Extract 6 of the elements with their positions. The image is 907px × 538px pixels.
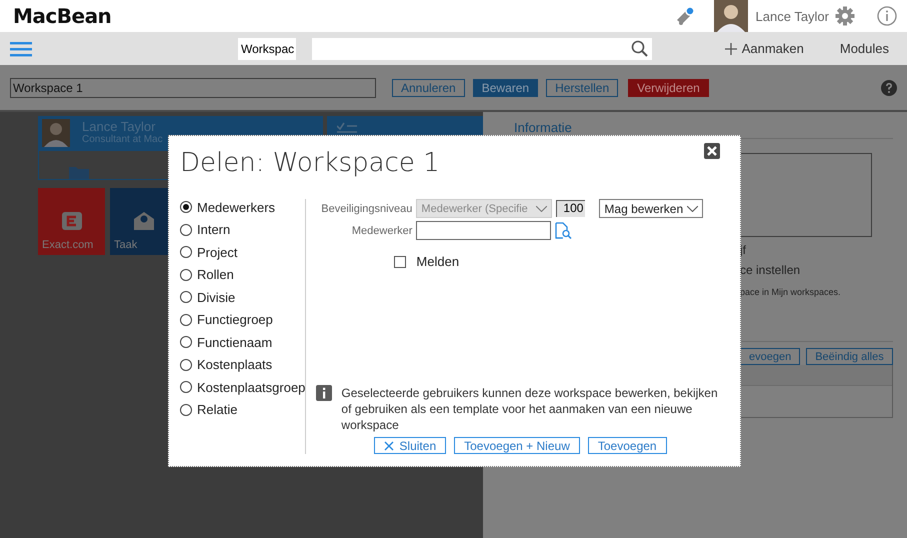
level-number: 100 [556,200,586,217]
field-label: Beveiligingsniveau [320,202,412,214]
dialog-title: Delen: Workspace 1 [180,148,440,178]
info-text: Geselecteerde gebruikers kunnen deze workspace bewerken, bekijken of gebruiken als een template voor het aanmaken van een nieuwe workspace [341,385,719,433]
field-label: Medewerker [350,224,412,236]
logo: MacBean [13,4,112,28]
